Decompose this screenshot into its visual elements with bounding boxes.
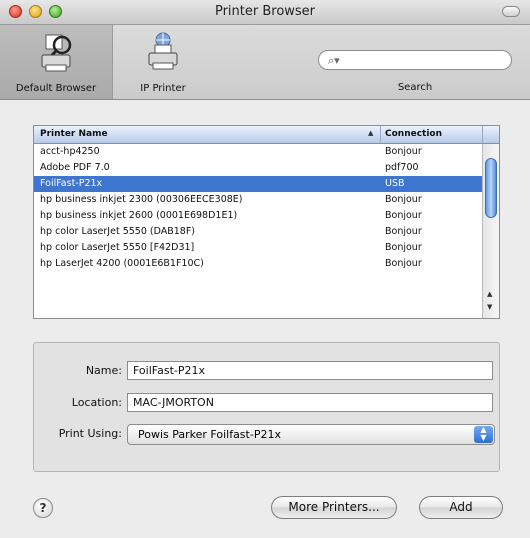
printer-rows: acct-hp4250 Bonjour Adobe PDF 7.0 pdf700… bbox=[34, 144, 482, 272]
magnifier-icon: ⌕▾ bbox=[328, 54, 340, 67]
print-using-select[interactable]: Powis Parker Foilfast-P21x ▲ ▼ bbox=[127, 424, 495, 445]
list-item-selected[interactable]: FoilFast-P21x USB bbox=[34, 176, 482, 192]
search-label: Search bbox=[397, 82, 433, 93]
ip-printer-label: IP Printer bbox=[140, 83, 186, 94]
printer-name-cell: hp color LaserJet 5550 (DAB18F) bbox=[40, 226, 196, 237]
column-divider bbox=[482, 126, 483, 143]
name-label: Name: bbox=[85, 364, 122, 377]
printer-browser-window: Printer Browser Default Browser IP Print… bbox=[0, 0, 530, 538]
print-using-value: Powis Parker Foilfast-P21x bbox=[138, 428, 281, 441]
printer-name-cell: FoilFast-P21x bbox=[40, 178, 103, 189]
default-browser-label: Default Browser bbox=[15, 83, 97, 94]
connection-cell: Bonjour bbox=[385, 258, 422, 269]
list-item[interactable]: Adobe PDF 7.0 pdf700 bbox=[34, 160, 482, 176]
ip-printer-button[interactable]: IP Printer bbox=[118, 25, 208, 99]
connection-cell: Bonjour bbox=[385, 210, 422, 221]
scroll-up-arrow-icon[interactable]: ▲ bbox=[487, 290, 492, 298]
help-button[interactable]: ? bbox=[33, 498, 53, 518]
column-header-printer-name[interactable]: Printer Name bbox=[40, 129, 108, 139]
printer-name-cell: hp color LaserJet 5550 [F42D31] bbox=[40, 242, 195, 253]
scroll-down-arrow-icon[interactable]: ▼ bbox=[487, 303, 492, 311]
connection-cell: Bonjour bbox=[385, 242, 422, 253]
list-item[interactable]: hp color LaserJet 5550 (DAB18F) Bonjour bbox=[34, 224, 482, 240]
print-using-label: Print Using: bbox=[58, 427, 122, 440]
add-button[interactable]: Add bbox=[419, 496, 503, 519]
list-scrollbar[interactable]: ▲ ▼ bbox=[482, 144, 499, 318]
default-browser-button[interactable]: Default Browser bbox=[0, 25, 113, 99]
location-label: Location: bbox=[71, 396, 122, 409]
connection-cell: Bonjour bbox=[385, 226, 422, 237]
ip-printer-icon bbox=[143, 31, 183, 79]
printer-name-cell: hp business inkjet 2300 (00306EECE308E) bbox=[40, 194, 243, 205]
list-item[interactable]: hp color LaserJet 5550 [F42D31] Bonjour bbox=[34, 240, 482, 256]
name-field[interactable]: FoilFast-P21x bbox=[127, 361, 493, 380]
window-title: Printer Browser bbox=[214, 4, 316, 19]
printer-name-cell: acct-hp4250 bbox=[40, 146, 100, 157]
list-item[interactable]: hp business inkjet 2300 (00306EECE308E) … bbox=[34, 192, 482, 208]
printer-name-cell: hp business inkjet 2600 (0001E698D1E1) bbox=[40, 210, 238, 221]
column-divider bbox=[380, 126, 381, 143]
scrollbar-thumb[interactable] bbox=[485, 158, 497, 218]
printer-name-cell: hp LaserJet 4200 (0001E6B1F10C) bbox=[40, 258, 204, 269]
connection-cell: Bonjour bbox=[385, 146, 422, 157]
default-browser-printer-icon bbox=[36, 31, 76, 79]
connection-cell: pdf700 bbox=[385, 162, 419, 173]
printer-name-cell: Adobe PDF 7.0 bbox=[40, 162, 110, 173]
printer-list[interactable]: Printer Name ▲ Connection acct-hp4250 Bo… bbox=[33, 125, 500, 319]
list-item[interactable]: hp LaserJet 4200 (0001E6B1F10C) Bonjour bbox=[34, 256, 482, 272]
location-field[interactable]: MAC-JMORTON bbox=[127, 393, 493, 412]
toolbar: Default Browser IP Printer ⌕▾ Search bbox=[0, 25, 530, 100]
sort-ascending-icon: ▲ bbox=[368, 129, 374, 137]
connection-cell: Bonjour bbox=[385, 194, 422, 205]
connection-cell: USB bbox=[385, 178, 405, 189]
list-header: Printer Name ▲ Connection bbox=[34, 126, 499, 144]
column-header-connection[interactable]: Connection bbox=[385, 129, 442, 139]
list-item[interactable]: acct-hp4250 Bonjour bbox=[34, 144, 482, 160]
toolbar-toggle-button[interactable] bbox=[502, 6, 520, 17]
chevron-updown-icon: ▲ ▼ bbox=[474, 426, 493, 443]
title-bar: Printer Browser bbox=[0, 0, 530, 25]
more-printers-button[interactable]: More Printers... bbox=[271, 496, 397, 519]
search-input[interactable] bbox=[345, 52, 509, 70]
search-field[interactable]: ⌕▾ bbox=[318, 50, 512, 70]
list-item[interactable]: hp business inkjet 2600 (0001E698D1E1) B… bbox=[34, 208, 482, 224]
